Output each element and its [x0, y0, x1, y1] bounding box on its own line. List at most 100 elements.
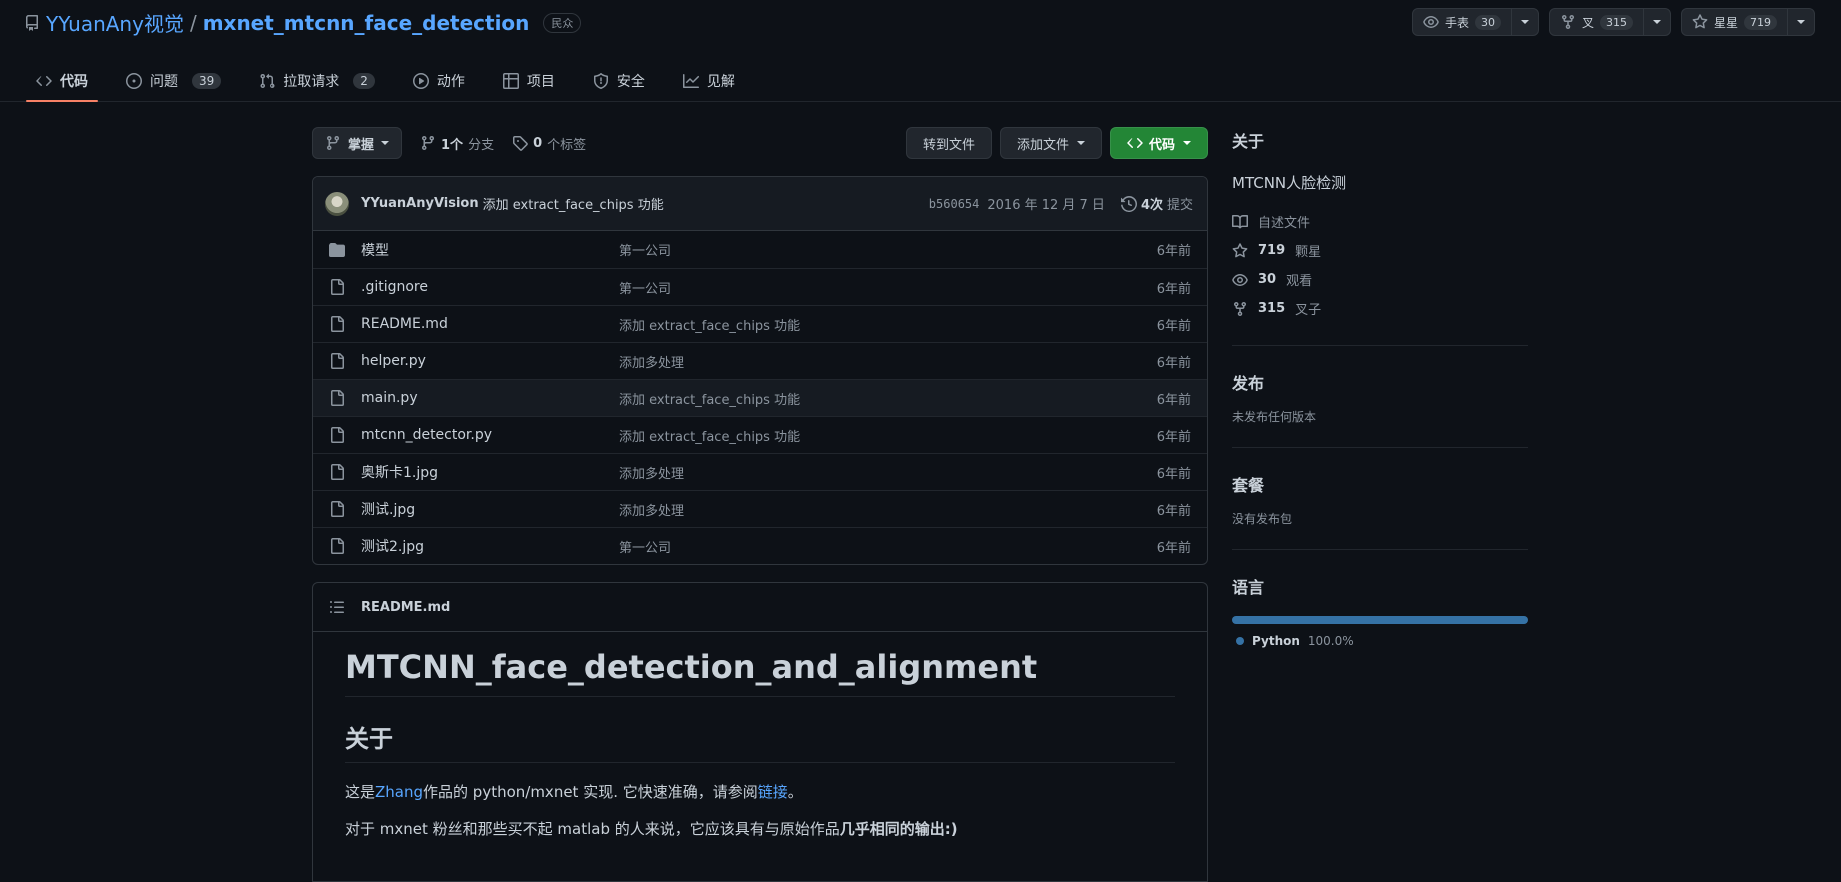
eye-icon: [1232, 272, 1248, 288]
file-row[interactable]: 测试.jpg 添加多处理 6年前: [313, 490, 1207, 527]
file-commit-message-link[interactable]: 添加 extract_face_chips 功能: [619, 389, 1157, 408]
file-row[interactable]: README.md 添加 extract_face_chips 功能 6年前: [313, 305, 1207, 342]
fork-dropdown-button[interactable]: [1642, 9, 1670, 35]
pull-requests-count: 2: [353, 73, 375, 89]
tags-count: 0: [533, 135, 543, 151]
file-commit-age: 6年前: [1156, 281, 1191, 297]
file-commit-message-link[interactable]: 添加 extract_face_chips 功能: [619, 426, 1157, 445]
file-commit-message-link[interactable]: 添加 extract_face_chips 功能: [619, 315, 1157, 334]
file-icon: [329, 353, 345, 369]
file-row[interactable]: helper.py 添加多处理 6年前: [313, 342, 1207, 379]
tab-code-label: 代码: [60, 74, 88, 90]
star-button[interactable]: 星星 719: [1682, 9, 1787, 35]
file-commit-message-link[interactable]: 第一公司: [619, 537, 1157, 556]
watching-label: 观看: [1286, 274, 1313, 289]
file-commit-message-link[interactable]: 第一公司: [619, 240, 1157, 259]
file-name-link[interactable]: .gitignore: [361, 279, 619, 295]
readme-link[interactable]: 自述文件: [1232, 207, 1528, 236]
file-commit-message-link[interactable]: 添加多处理: [619, 500, 1157, 519]
branch-icon: [420, 135, 436, 151]
file-commit-age: 6年前: [1156, 466, 1191, 482]
commit-date: 2016 年 12 月 7 日: [987, 198, 1105, 213]
file-name-link[interactable]: README.md: [361, 316, 619, 332]
tab-insights[interactable]: 见解: [673, 60, 745, 102]
file-row[interactable]: 测试2.jpg 第一公司 6年前: [313, 527, 1207, 564]
packages-title-link[interactable]: 套餐: [1232, 472, 1528, 496]
tab-actions[interactable]: 动作: [403, 60, 475, 102]
tags-link[interactable]: 0 个标签: [512, 134, 586, 153]
code-icon: [36, 73, 52, 89]
file-name-link[interactable]: 测试.jpg: [361, 499, 619, 519]
readme-header: README.md: [313, 583, 1207, 632]
file-name-link[interactable]: 测试2.jpg: [361, 536, 619, 556]
file-icon: [329, 464, 345, 480]
language-item-python[interactable]: Python 100.0%: [1236, 634, 1528, 648]
language-percent: 100.0%: [1307, 634, 1354, 648]
tab-issues[interactable]: 问题 39: [116, 60, 231, 102]
releases-title-link[interactable]: 发布: [1232, 370, 1528, 394]
reference-link[interactable]: 链接: [758, 783, 788, 801]
commit-sha-link[interactable]: b560654: [929, 197, 980, 211]
file-icon: [329, 279, 345, 295]
file-commit-age: 6年前: [1156, 429, 1191, 445]
toolbar-right: 转到文件 添加文件 代码: [905, 127, 1208, 159]
chevron-down-icon: [381, 141, 390, 145]
file-commit-message-link[interactable]: 添加多处理: [619, 463, 1157, 482]
forks-link[interactable]: 315 叉子: [1232, 294, 1528, 323]
code-button[interactable]: 代码: [1109, 127, 1208, 159]
file-name-link[interactable]: 奥斯卡1.jpg: [361, 462, 619, 482]
file-commit-age: 6年前: [1156, 244, 1191, 259]
graph-icon: [682, 73, 699, 89]
file-row[interactable]: 奥斯卡1.jpg 添加多处理 6年前: [313, 453, 1207, 490]
add-file-button[interactable]: 添加文件: [999, 127, 1102, 159]
file-list: 模型 第一公司 6年前 .gitignore 第一公司 6年前 README.md 添加 ex…: [313, 231, 1207, 564]
watch-dropdown-button[interactable]: [1510, 9, 1538, 35]
history-icon: [1120, 195, 1137, 212]
watching-count: 30: [1258, 272, 1277, 287]
language-bar: [1232, 616, 1528, 624]
branches-link[interactable]: 1个 分支: [420, 134, 494, 153]
zhang-link[interactable]: Zhang: [375, 783, 423, 801]
repo-description: MTCNN人脸检测: [1232, 174, 1347, 192]
file-row[interactable]: 模型 第一公司 6年前: [313, 231, 1207, 268]
file-icon: [329, 316, 345, 332]
tab-pull-requests[interactable]: 拉取请求 2: [249, 60, 385, 102]
branch-select-button[interactable]: 掌握: [312, 127, 403, 159]
file-row[interactable]: .gitignore 第一公司 6年前: [313, 268, 1207, 305]
file-name-link[interactable]: mtcnn_detector.py: [361, 427, 619, 443]
file-name-link[interactable]: 模型: [361, 240, 619, 260]
repo-owner-link[interactable]: YYuanAny视觉: [46, 8, 184, 37]
file-row[interactable]: mtcnn_detector.py 添加 extract_face_chips 功…: [313, 416, 1207, 453]
repo-separator: /: [189, 10, 197, 35]
file-name-link[interactable]: main.py: [361, 390, 619, 406]
commit-author-link[interactable]: YYuanAnyVision: [361, 196, 479, 211]
avatar[interactable]: [325, 191, 349, 216]
star-dropdown-button[interactable]: [1787, 9, 1814, 35]
tab-projects[interactable]: 项目: [493, 60, 565, 102]
go-to-file-button[interactable]: 转到文件: [905, 127, 992, 159]
commit-history-link[interactable]: 4次 提交: [1120, 194, 1193, 213]
watchers-link[interactable]: 30 观看: [1232, 265, 1528, 294]
repo-nav-tabs: 代码 问题 39 拉取请求 2 动作 项目 安全 见解: [26, 60, 763, 102]
repo-sidebar: 关于 MTCNN人脸检测 自述文件 719 颗星 30 观看 315 叉子 发布…: [1232, 128, 1528, 648]
commit-message-link[interactable]: 添加 extract_face_chips 功能: [483, 194, 664, 213]
file-name-link[interactable]: helper.py: [361, 353, 619, 369]
readme-filename[interactable]: README.md: [361, 600, 450, 615]
fork-button[interactable]: 叉 315: [1550, 9, 1643, 35]
tab-security[interactable]: 安全: [583, 60, 655, 102]
file-commit-message-link[interactable]: 添加多处理: [619, 352, 1157, 371]
tab-actions-label: 动作: [436, 74, 465, 90]
list-unordered-icon[interactable]: [329, 599, 345, 615]
watch-button[interactable]: 手表 30: [1413, 9, 1511, 35]
stars-link[interactable]: 719 颗星: [1232, 236, 1528, 265]
file-commit-age: 6年前: [1156, 392, 1191, 408]
sidebar-divider: [1232, 345, 1528, 346]
tab-code[interactable]: 代码: [26, 60, 98, 102]
repo-name-link[interactable]: mxnet_mtcnn_face_detection: [203, 11, 530, 35]
visibility-badge: 民众: [543, 12, 582, 33]
star-count: 719: [1744, 14, 1777, 30]
readme-heading: MTCNN_face_detection_and_alignment: [345, 632, 1175, 697]
file-row[interactable]: main.py 添加 extract_face_chips 功能 6年前: [313, 379, 1207, 416]
file-commit-message-link[interactable]: 第一公司: [619, 278, 1157, 297]
repo-icon: [24, 14, 40, 31]
